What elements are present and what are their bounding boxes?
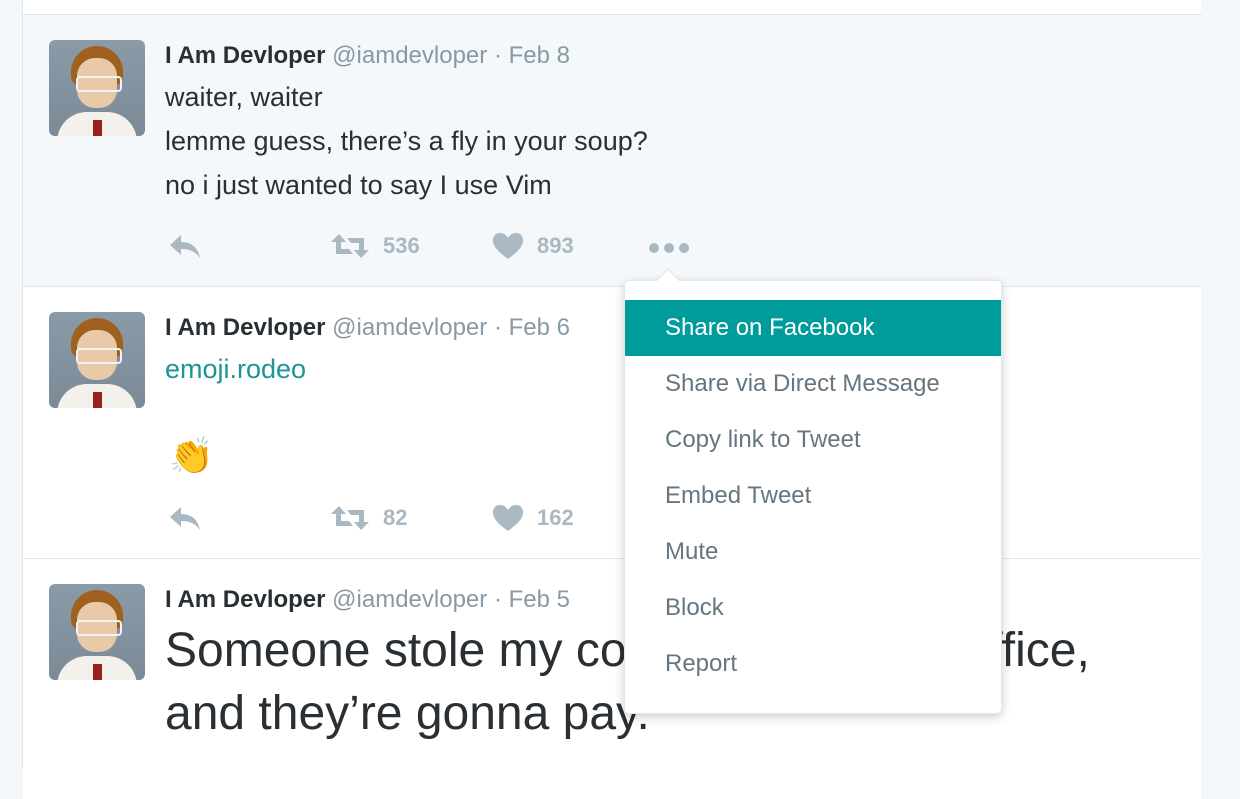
- author-handle[interactable]: @iamdevloper: [332, 314, 487, 341]
- menu-item-share-facebook[interactable]: Share on Facebook: [625, 300, 1001, 356]
- more-actions-dropdown: Share on Facebook Share via Direct Messa…: [624, 268, 1002, 714]
- menu-item-share-dm[interactable]: Share via Direct Message: [625, 356, 1001, 412]
- retweet-button[interactable]: 536: [329, 231, 420, 261]
- tweet-header: I Am Devloper @iamdevloper · Feb 6: [165, 314, 570, 342]
- author-name[interactable]: I Am Devloper: [165, 42, 326, 69]
- tweet[interactable]: I Am Devloper @iamdevloper · Feb 8 waite…: [23, 15, 1201, 287]
- like-count: 893: [537, 233, 574, 258]
- menu-item-copy-link[interactable]: Copy link to Tweet: [625, 412, 1001, 468]
- author-handle[interactable]: @iamdevloper: [332, 42, 487, 69]
- author-name[interactable]: I Am Devloper: [165, 314, 326, 341]
- retweet-icon: [331, 234, 369, 258]
- reply-button[interactable]: [167, 503, 203, 533]
- separator: ·: [493, 314, 502, 341]
- more-dots-icon[interactable]: [649, 243, 689, 253]
- tweet-date[interactable]: Feb 6: [509, 314, 570, 341]
- avatar[interactable]: [49, 312, 145, 408]
- separator: ·: [493, 586, 502, 613]
- page-background-right: [1201, 0, 1240, 768]
- tweet-header: I Am Devloper @iamdevloper · Feb 5: [165, 586, 570, 614]
- tweet[interactable]: I Am Devloper @iamdevloper · Feb 5 Someo…: [23, 559, 1201, 799]
- tweet-header: I Am Devloper @iamdevloper · Feb 8: [165, 42, 570, 70]
- avatar[interactable]: [49, 584, 145, 680]
- menu-item-report[interactable]: Report: [625, 636, 1001, 692]
- like-button[interactable]: 893: [491, 231, 574, 261]
- previous-tweet-edge: [23, 0, 1201, 15]
- retweet-count: 82: [383, 505, 408, 530]
- tweet-actions: 536 893: [165, 231, 725, 261]
- tweet-text-line: and they’re gonna pay.: [165, 687, 650, 740]
- like-button[interactable]: 162: [491, 503, 574, 533]
- reply-icon: [170, 507, 200, 530]
- reply-button[interactable]: [167, 231, 203, 261]
- clapping-hands-emoji: 👏: [169, 435, 214, 476]
- heart-icon: [493, 505, 523, 531]
- tweet-text-line: no i just wanted to say I use Vim: [165, 170, 552, 200]
- reply-icon: [170, 235, 200, 258]
- like-count: 162: [537, 505, 574, 530]
- retweet-button[interactable]: 82: [329, 503, 407, 533]
- avatar[interactable]: [49, 40, 145, 136]
- author-name[interactable]: I Am Devloper: [165, 586, 326, 613]
- separator: ·: [493, 42, 502, 69]
- menu-item-mute[interactable]: Mute: [625, 524, 1001, 580]
- tweet-text-line: lemme guess, there’s a fly in your soup?: [165, 126, 648, 156]
- tweet-text-line: waiter, waiter: [165, 82, 323, 112]
- tweet-link[interactable]: emoji.rodeo: [165, 347, 306, 391]
- tweet[interactable]: I Am Devloper @iamdevloper · Feb 6 emoji…: [23, 287, 1201, 559]
- retweet-count: 536: [383, 233, 420, 258]
- dropdown-menu: Share on Facebook Share via Direct Messa…: [625, 300, 1001, 692]
- menu-item-block[interactable]: Block: [625, 580, 1001, 636]
- heart-icon: [493, 233, 523, 259]
- author-handle[interactable]: @iamdevloper: [332, 586, 487, 613]
- tweet-date[interactable]: Feb 5: [509, 586, 570, 613]
- timeline: I Am Devloper @iamdevloper · Feb 8 waite…: [22, 0, 1202, 799]
- tweet-date[interactable]: Feb 8: [509, 42, 570, 69]
- retweet-icon: [331, 506, 369, 530]
- menu-item-embed[interactable]: Embed Tweet: [625, 468, 1001, 524]
